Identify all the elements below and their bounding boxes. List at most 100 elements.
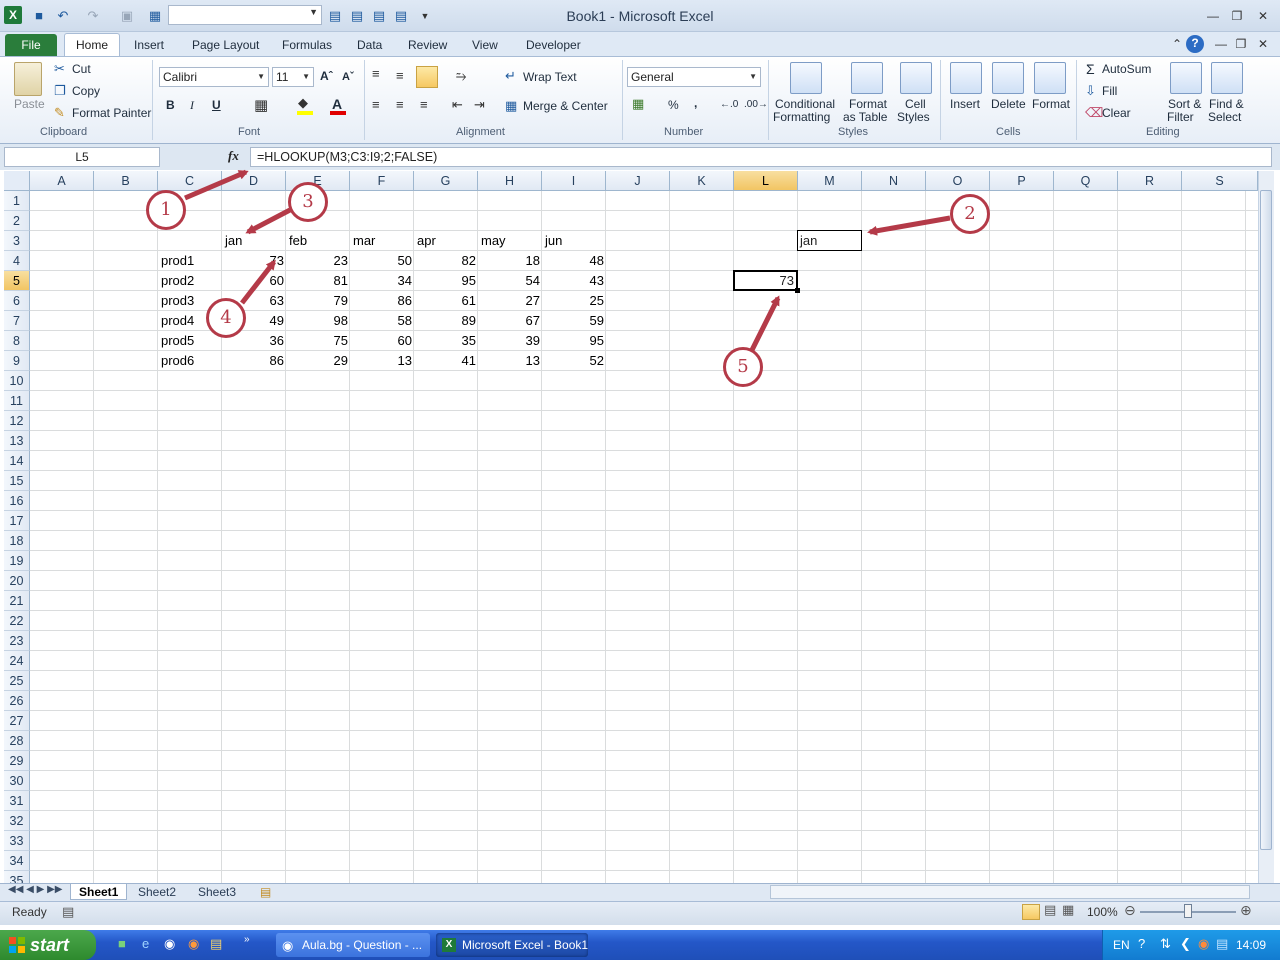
row-header-33[interactable]: 33 [4,831,30,851]
percent-button[interactable]: % [668,98,679,112]
zoom-out-icon[interactable]: ⊖ [1124,902,1136,919]
row-header-20[interactable]: 20 [4,571,30,591]
tab-view[interactable]: View [472,37,498,53]
column-header-h[interactable]: H [478,171,542,191]
row-header-26[interactable]: 26 [4,691,30,711]
page-break-view-icon[interactable]: ▦ [1062,902,1074,918]
decrease-decimal-icon[interactable]: .00→ [744,99,768,110]
value-cell[interactable]: 86 [350,291,414,311]
row-header-3[interactable]: 3 [4,231,30,251]
row-header-25[interactable]: 25 [4,671,30,691]
horizontal-scrollbar[interactable] [770,885,1250,899]
column-header-o[interactable]: O [926,171,990,191]
sheet-nav-icons[interactable]: ◀◀ ◀ ▶ ▶▶ [8,884,62,895]
align-right-icon[interactable]: ≡ [420,97,428,112]
normal-view-icon[interactable] [1022,904,1040,920]
tab-insert[interactable]: Insert [134,37,164,53]
zoom-in-icon[interactable]: ⊕ [1240,902,1252,919]
tray-app-icon[interactable]: ◉ [1198,936,1209,952]
column-header-g[interactable]: G [414,171,478,191]
row-header-14[interactable]: 14 [4,451,30,471]
merge-center-button[interactable]: Merge & Center [523,99,608,113]
wrap-text-icon[interactable]: ↵ [505,68,516,84]
doc-restore-icon[interactable]: ❐ [1230,36,1252,52]
autosum-icon[interactable]: Σ [1086,61,1095,77]
align-left-icon[interactable]: ≡ [372,97,380,112]
row-header-10[interactable]: 10 [4,371,30,391]
value-cell[interactable]: 25 [542,291,606,311]
value-cell[interactable]: 13 [478,351,542,371]
month-header-cell[interactable]: feb [286,231,350,251]
value-cell[interactable]: 67 [478,311,542,331]
value-cell[interactable]: 58 [350,311,414,331]
clear-button[interactable]: Clear [1102,106,1131,120]
italic-button[interactable]: I [190,98,194,113]
row-header-13[interactable]: 13 [4,431,30,451]
row-header-31[interactable]: 31 [4,791,30,811]
bold-button[interactable]: B [166,98,175,112]
align-top-icon[interactable]: ≡ [372,66,380,81]
value-cell[interactable]: 81 [286,271,350,291]
product-label-cell[interactable]: prod5 [158,331,222,351]
value-cell[interactable]: 73 [222,251,286,271]
value-cell[interactable]: 82 [414,251,478,271]
row-header-6[interactable]: 6 [4,291,30,311]
macro-record-icon[interactable]: ▤ [62,904,74,920]
row-header-7[interactable]: 7 [4,311,30,331]
row-header-9[interactable]: 9 [4,351,30,371]
value-cell[interactable]: 60 [350,331,414,351]
clear-icon[interactable]: ⌫ [1085,105,1103,121]
select-all-corner[interactable] [4,171,30,191]
column-header-c[interactable]: C [158,171,222,191]
row-header-16[interactable]: 16 [4,491,30,511]
tab-page-layout[interactable]: Page Layout [192,37,259,53]
product-label-cell[interactable]: prod6 [158,351,222,371]
decrease-indent-icon[interactable]: ⇤ [452,97,463,113]
month-header-cell[interactable]: mar [350,231,414,251]
merge-center-icon[interactable]: ▦ [505,98,517,114]
row-header-22[interactable]: 22 [4,611,30,631]
ribbon-minimize-icon[interactable]: ⌃ [1166,36,1188,52]
firefox-icon[interactable]: ◉ [188,936,199,952]
value-cell[interactable]: 54 [478,271,542,291]
wrap-text-button[interactable]: Wrap Text [523,70,577,84]
conditional-formatting-button[interactable]: Conditional [775,97,835,111]
paste-button[interactable]: Paste [14,97,45,111]
doc-close-icon[interactable]: ✕ [1252,36,1274,52]
internet-explorer-icon[interactable]: e [142,936,149,951]
increase-decimal-icon[interactable]: ←.0 [720,99,738,110]
value-cell[interactable]: 41 [414,351,478,371]
network-tray-icon[interactable]: ⇅ [1160,936,1171,952]
currency-icon[interactable]: ▦ [632,96,644,112]
taskbar-item-excel[interactable]: Microsoft Excel - Book1 [436,933,588,957]
insert-cells-icon[interactable] [950,62,982,94]
row-header-34[interactable]: 34 [4,851,30,871]
maximize-icon[interactable]: ❐ [1226,8,1248,24]
row-header-2[interactable]: 2 [4,211,30,231]
font-size-combo[interactable]: 11 ▼ [272,67,314,87]
vertical-scroll-thumb[interactable] [1260,190,1272,850]
row-header-4[interactable]: 4 [4,251,30,271]
tray-arrow-icon[interactable]: ❮ [1180,936,1191,952]
row-header-23[interactable]: 23 [4,631,30,651]
row-header-21[interactable]: 21 [4,591,30,611]
orientation-icon[interactable]: ⥲ [456,68,466,84]
font-color-icon[interactable]: A [332,96,342,112]
row-header-32[interactable]: 32 [4,811,30,831]
sort-filter-icon[interactable] [1170,62,1202,94]
autosum-button[interactable]: AutoSum [1102,62,1151,76]
month-header-cell[interactable]: jun [542,231,606,251]
column-header-f[interactable]: F [350,171,414,191]
value-cell[interactable]: 39 [478,331,542,351]
row-header-1[interactable]: 1 [4,191,30,211]
month-header-cell[interactable]: jan [222,231,286,251]
value-cell[interactable]: 35 [414,331,478,351]
column-header-s[interactable]: S [1182,171,1258,191]
column-header-p[interactable]: P [990,171,1054,191]
row-header-8[interactable]: 8 [4,331,30,351]
paste-icon[interactable] [14,62,42,96]
help-icon[interactable]: ? [1186,35,1204,53]
value-cell[interactable]: 29 [286,351,350,371]
month-header-cell[interactable]: may [478,231,542,251]
tab-review[interactable]: Review [408,37,447,53]
